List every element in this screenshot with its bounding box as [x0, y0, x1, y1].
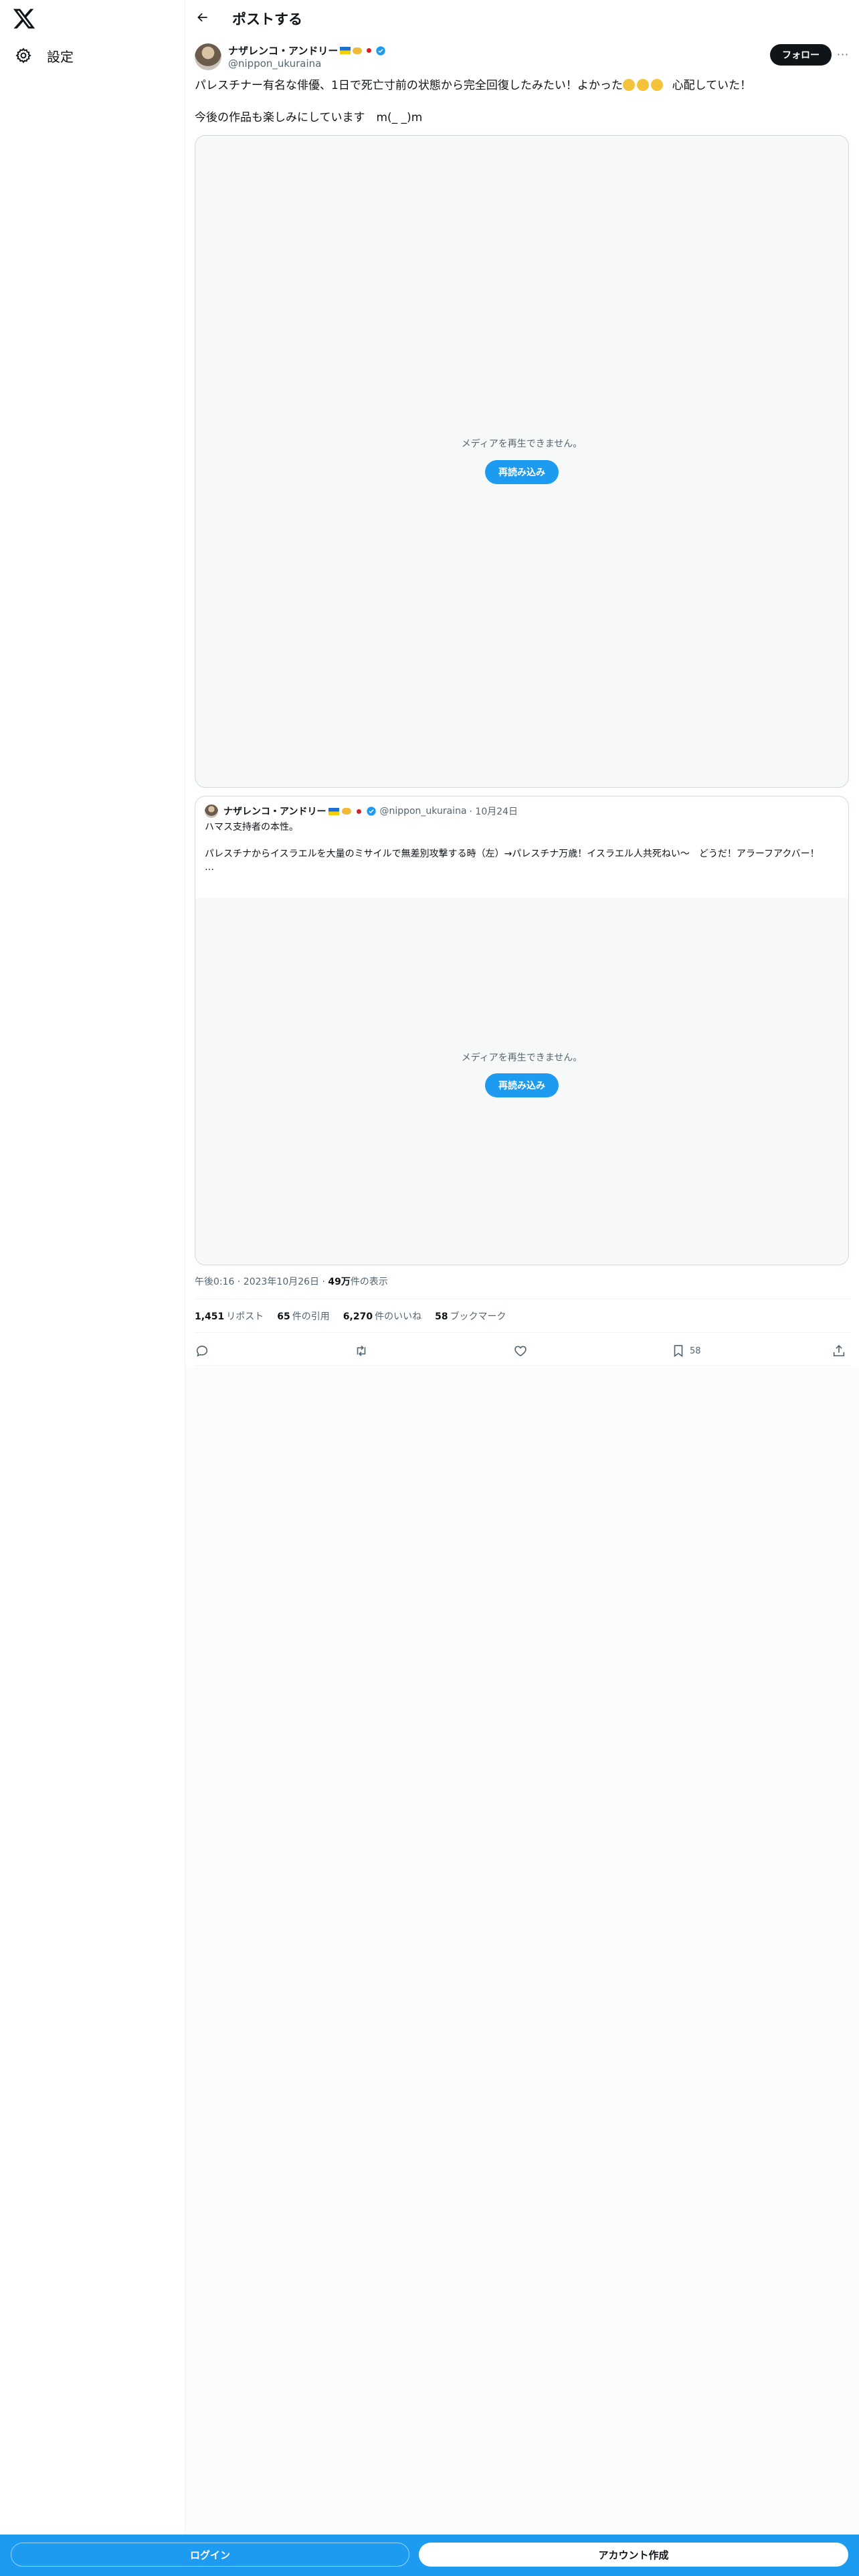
empty-feed-area — [185, 1368, 859, 2535]
follow-button[interactable]: フォロー — [770, 44, 832, 66]
bookmark-count: 58 — [690, 1346, 701, 1356]
reload-button[interactable]: 再読み込み — [485, 460, 559, 484]
media-error-message: メディアを再生できません。 — [461, 439, 583, 449]
handshake-icon — [342, 808, 352, 815]
bookmarks-stat[interactable]: 58 ブックマーク — [435, 1309, 506, 1323]
likes-stat[interactable]: 6,270 件のいいね — [343, 1309, 421, 1323]
create-account-button[interactable]: アカウント作成 — [419, 2543, 848, 2567]
sidebar-item-label: 設定 — [47, 48, 74, 65]
japan-flag-icon — [354, 807, 364, 815]
quoted-post[interactable]: ナザレンコ・アンドリー @nippon_ukuraina · 10月24日 ハマ… — [195, 796, 849, 1265]
divider — [195, 1332, 850, 1333]
share-icon — [833, 1345, 845, 1357]
post-timestamp: 午後0:16 · 2023年10月26日 · 49万件の表示 — [195, 1277, 388, 1287]
quoted-author-handle: @nippon_ukuraina — [379, 806, 467, 817]
pleading-face-icon — [650, 79, 663, 91]
quoted-author-name: ナザレンコ・アンドリー — [223, 807, 326, 817]
verified-badge-icon — [367, 807, 377, 816]
repost-icon — [357, 1346, 366, 1356]
avatar — [205, 804, 218, 818]
heart-icon — [514, 1346, 527, 1357]
handshake-icon — [353, 47, 363, 54]
signup-bottom-bar: ログイン アカウント作成 — [0, 2535, 859, 2576]
verified-badge-icon — [376, 45, 386, 56]
ukraine-flag-icon — [340, 47, 351, 54]
ukraine-flag-icon — [328, 807, 340, 815]
page-header: ポストする — [185, 0, 859, 35]
quoted-post-body: ハマス支持者の本性。 パレスチナからイスラエルを大量のミサイルで無差別攻撃する時… — [205, 822, 820, 873]
quoted-post-date: · 10月24日 — [469, 807, 518, 817]
reposts-stat[interactable]: 1,451 リポスト — [195, 1309, 264, 1323]
share-button[interactable] — [832, 1343, 846, 1359]
repost-button[interactable] — [354, 1343, 369, 1359]
arrow-left-icon — [197, 13, 207, 22]
sidebar-item-settings[interactable]: 設定 — [9, 41, 79, 70]
post-author: ナザレンコ・アンドリー @nippon_ukuraina フォロー ··· — [195, 43, 850, 72]
reply-icon — [196, 1346, 208, 1357]
video-player[interactable]: メディアを再生できません。 再読み込み — [195, 135, 849, 788]
like-button[interactable] — [513, 1343, 528, 1359]
x-logo-icon[interactable] — [12, 7, 36, 31]
gear-icon — [15, 47, 31, 64]
author-handle[interactable]: @nippon_ukuraina — [228, 58, 321, 70]
pleading-face-icon — [622, 79, 635, 91]
left-sidebar: 設定 — [0, 0, 185, 2576]
avatar[interactable] — [195, 43, 221, 70]
media-error-message: メディアを再生できません。 — [461, 1053, 583, 1063]
bookmark-icon — [674, 1345, 683, 1358]
post-actions: 58 — [195, 1337, 850, 1364]
bookmark-button[interactable]: 58 — [671, 1343, 701, 1359]
reload-button[interactable]: 再読み込み — [485, 1073, 559, 1097]
quoted-post-header: ナザレンコ・アンドリー @nippon_ukuraina · 10月24日 — [205, 804, 518, 818]
pleading-face-icon — [636, 79, 649, 91]
post-stats: 1,451 リポスト 65 件の引用 6,270 件のいいね 58 ブックマーク — [195, 1309, 506, 1323]
back-button[interactable] — [193, 8, 212, 27]
japan-flag-icon — [364, 47, 374, 54]
more-options-icon[interactable]: ··· — [836, 47, 850, 62]
author-name[interactable]: ナザレンコ・アンドリー — [228, 43, 386, 58]
quoted-video-player[interactable]: メディアを再生できません。 再読み込み — [195, 898, 848, 1265]
page-title: ポストする — [232, 11, 302, 27]
login-button[interactable]: ログイン — [11, 2543, 409, 2567]
post-body: パレスチナー有名な俳優、1日で死亡寸前の状態から完全回復したみたい！よかった 心… — [195, 79, 752, 124]
quotes-stat[interactable]: 65 件の引用 — [277, 1309, 329, 1323]
reply-button[interactable] — [195, 1343, 209, 1359]
